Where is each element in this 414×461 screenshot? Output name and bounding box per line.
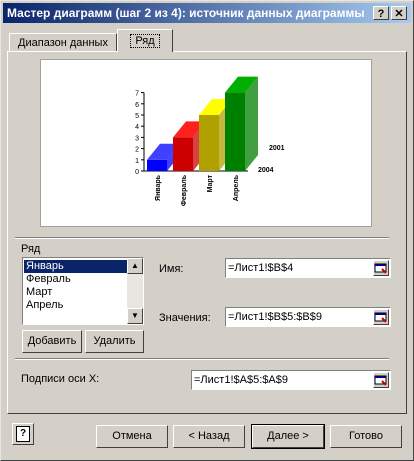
next-button[interactable]: Далее > bbox=[251, 424, 325, 449]
y-tick-label: 5 bbox=[135, 113, 139, 120]
category-label: Апрель bbox=[233, 174, 240, 201]
chart-wizard-dialog: Мастер диаграмм (шаг 2 из 4): источник д… bbox=[0, 0, 414, 461]
bar bbox=[225, 92, 245, 171]
tab-data-range[interactable]: Диапазон данных bbox=[9, 33, 117, 52]
depth-label: 2004 bbox=[258, 167, 274, 174]
y-tick-label: 4 bbox=[135, 124, 139, 131]
name-field[interactable]: =Лист1!$B$4 bbox=[225, 258, 391, 278]
close-button[interactable]: ✕ bbox=[391, 6, 407, 20]
bar bbox=[147, 159, 167, 171]
back-label: < Назад bbox=[188, 430, 230, 442]
y-tick-label: 2 bbox=[135, 147, 139, 154]
y-tick-label: 6 bbox=[135, 102, 139, 109]
category-label: Январь bbox=[155, 174, 162, 201]
y-tick-label: 3 bbox=[135, 135, 139, 142]
tab-series-label: Ряд bbox=[130, 34, 160, 48]
name-label: Имя: bbox=[159, 263, 184, 275]
name-field-value: =Лист1!$B$4 bbox=[228, 262, 294, 274]
scroll-up-icon[interactable]: ▲ bbox=[127, 258, 143, 274]
y-tick-label: 1 bbox=[135, 158, 139, 165]
y-tick-label: 7 bbox=[135, 91, 139, 98]
axis-labels-value: =Лист1!$A$5:$A$9 bbox=[194, 374, 288, 386]
category-label: Март bbox=[207, 174, 214, 192]
bar-side bbox=[245, 76, 258, 171]
chart-preview: 0 1 2 3 4 5 6 7 Январь Февраль Март Апрель 2001 2004 bbox=[40, 59, 372, 227]
values-field[interactable]: =Лист1!$B$5:$B$9 bbox=[225, 307, 391, 327]
series-list-item[interactable]: Февраль bbox=[24, 273, 127, 286]
chart-svg: 0 1 2 3 4 5 6 7 Январь Февраль Март Апрель 2001 2004 bbox=[135, 76, 285, 206]
series-group-label: Ряд bbox=[21, 243, 41, 255]
axis-labels-label: Подписи оси X: bbox=[21, 373, 100, 385]
tab-data-range-label: Диапазон данных bbox=[18, 37, 108, 49]
collapse-dialog-icon[interactable] bbox=[373, 309, 389, 325]
add-series-button[interactable]: Добавить bbox=[22, 330, 82, 353]
window-title: Мастер диаграмм (шаг 2 из 4): источник д… bbox=[7, 6, 365, 20]
finish-button[interactable]: Готово bbox=[330, 425, 402, 448]
depth-label: 2001 bbox=[269, 145, 285, 152]
category-label: Февраль bbox=[181, 174, 188, 206]
title-bar: Мастер диаграмм (шаг 2 из 4): источник д… bbox=[3, 3, 411, 23]
help-icon-glyph: ? bbox=[16, 426, 30, 442]
y-tick-label: 0 bbox=[135, 169, 139, 176]
help-title-button[interactable]: ? bbox=[373, 6, 389, 20]
back-button[interactable]: < Назад bbox=[173, 425, 245, 448]
collapse-dialog-icon[interactable] bbox=[373, 260, 389, 276]
bar bbox=[199, 115, 219, 171]
listbox-scrollbar[interactable]: ▲ ▼ bbox=[127, 258, 143, 324]
add-series-label: Добавить bbox=[27, 335, 77, 347]
tab-series[interactable]: Ряд bbox=[117, 29, 173, 52]
axis-labels-field[interactable]: =Лист1!$A$5:$A$9 bbox=[191, 370, 391, 390]
series-list-item[interactable]: Март bbox=[24, 286, 127, 299]
next-label: Далее > bbox=[267, 430, 309, 442]
separator-top bbox=[15, 237, 389, 239]
collapse-dialog-icon[interactable] bbox=[373, 372, 389, 388]
series-listbox[interactable]: Январь Февраль Март Апрель ▲ ▼ bbox=[22, 257, 144, 325]
series-list-item[interactable]: Январь bbox=[24, 260, 127, 273]
separator-bottom bbox=[15, 358, 389, 360]
finish-label: Готово bbox=[349, 430, 383, 442]
remove-series-button[interactable]: Удалить bbox=[85, 330, 144, 353]
bar bbox=[173, 137, 193, 171]
values-label: Значения: bbox=[159, 312, 211, 324]
series-list-item[interactable]: Апрель bbox=[24, 299, 127, 312]
cancel-label: Отмена bbox=[112, 430, 152, 442]
remove-series-label: Удалить bbox=[93, 335, 136, 347]
scroll-down-icon[interactable]: ▼ bbox=[127, 308, 143, 324]
values-field-value: =Лист1!$B$5:$B$9 bbox=[228, 311, 322, 323]
cancel-button[interactable]: Отмена bbox=[96, 425, 168, 448]
help-icon[interactable]: ? bbox=[12, 423, 34, 445]
